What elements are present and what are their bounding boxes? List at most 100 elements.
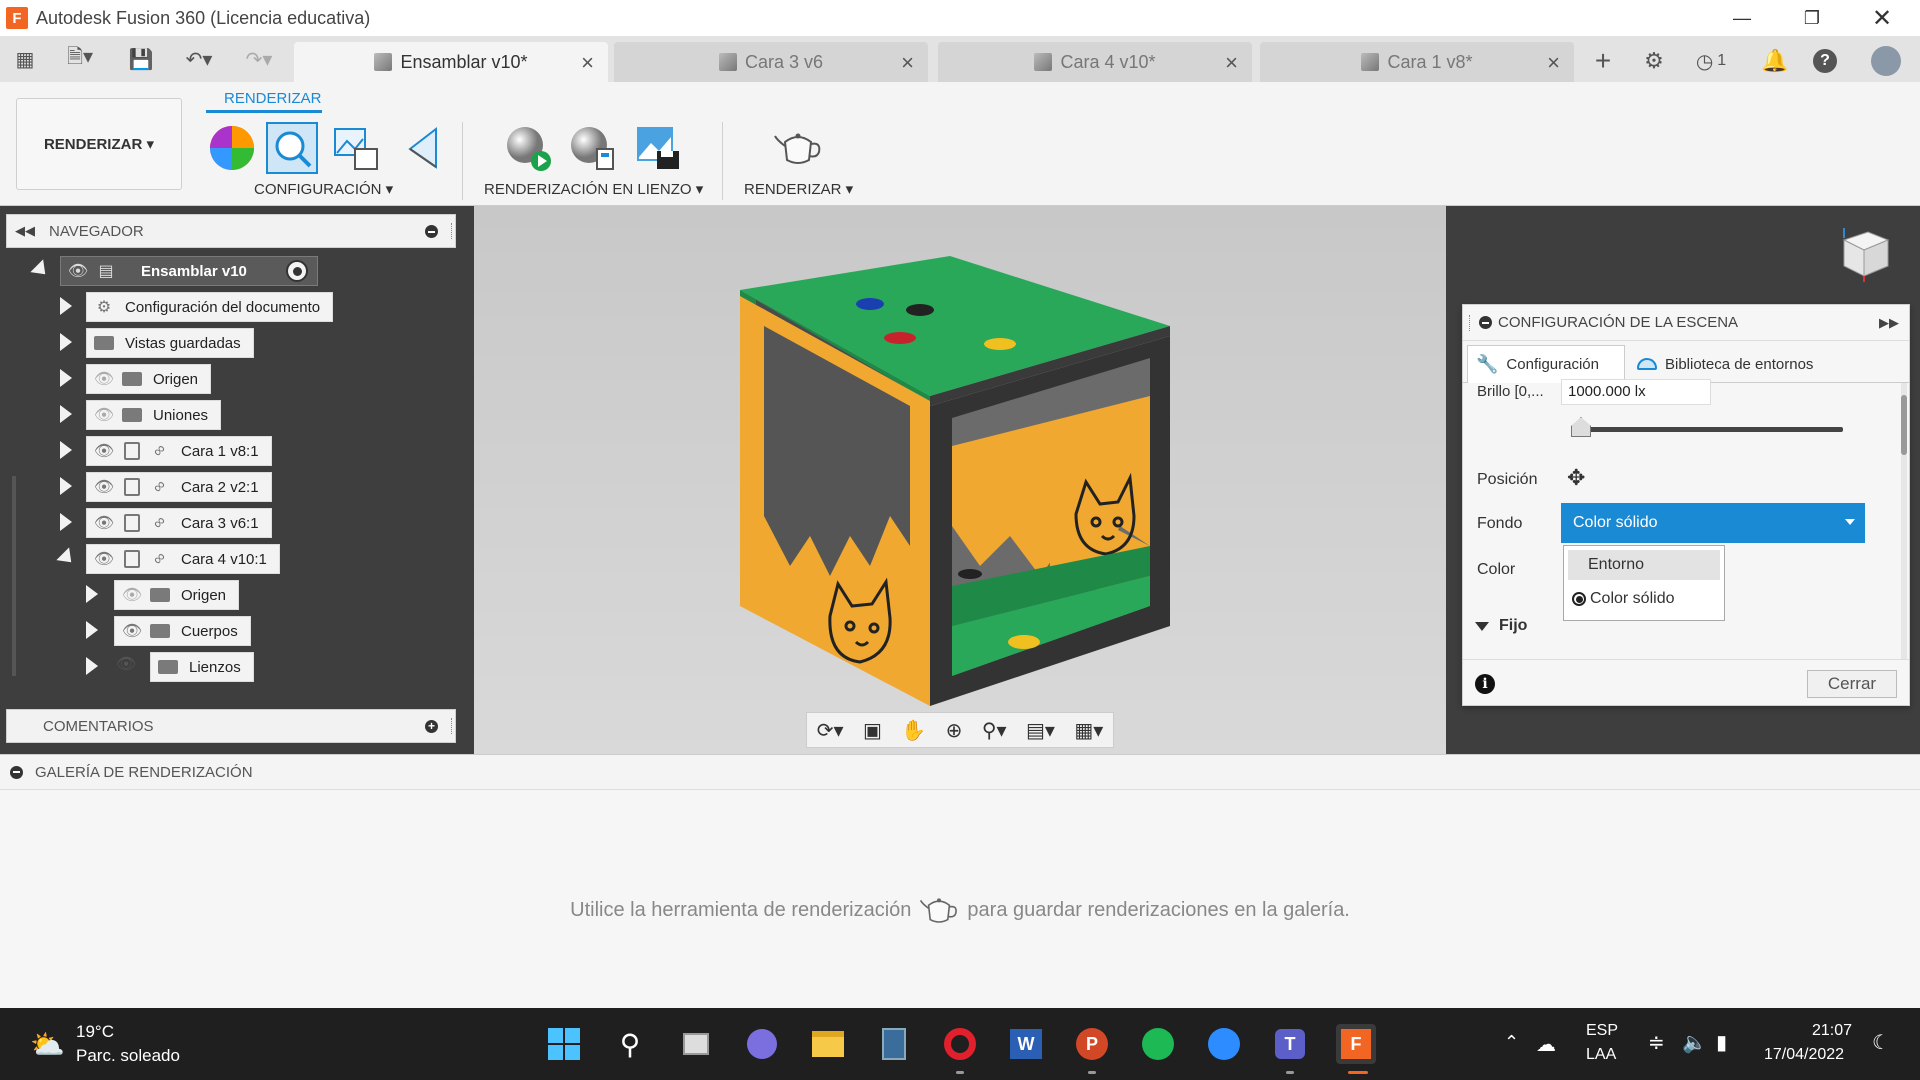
tree-item-cara-2[interactable]: 👁 ∞ Cara 2 v2:1 <box>86 472 272 502</box>
expand-arrow-icon[interactable] <box>60 441 72 459</box>
chat-icon[interactable] <box>742 1024 782 1064</box>
onedrive-cloud-icon[interactable]: ☁ <box>1536 1032 1556 1057</box>
restore-button[interactable]: ❐ <box>1782 0 1842 36</box>
expand-arrow-icon[interactable] <box>60 477 72 495</box>
eye-icon[interactable]: 👁 <box>93 512 115 534</box>
expand-arrow-icon[interactable] <box>60 333 72 351</box>
file-explorer-icon[interactable] <box>808 1024 848 1064</box>
language-top[interactable]: ESP <box>1586 1022 1618 1040</box>
group-configuracion[interactable]: CONFIGURACIÓN ▾ <box>254 180 393 198</box>
fit-window-icon[interactable]: ⚲▾ <box>982 718 1007 743</box>
expand-arrow-icon[interactable] <box>60 405 72 423</box>
tree-item-vistas-guardadas[interactable]: Vistas guardadas <box>86 328 254 358</box>
eye-icon[interactable]: 👁 <box>93 548 115 570</box>
decal-icon[interactable] <box>398 122 450 174</box>
brightness-slider[interactable] <box>1573 427 1843 432</box>
workspace-switcher[interactable]: RENDERIZAR ▾ <box>16 98 182 190</box>
tree-item-cara-4-origen[interactable]: 👁 Origen <box>114 580 240 610</box>
eye-icon[interactable]: 👁 <box>93 476 115 498</box>
task-view-icon[interactable] <box>676 1024 716 1064</box>
tree-item-cara-1[interactable]: 👁 ∞ Cara 1 v8:1 <box>86 436 272 466</box>
tree-item-origen[interactable]: 👁 Origen <box>86 364 212 394</box>
tab-cara-4[interactable]: Cara 4 v10* × <box>938 42 1252 82</box>
info-icon[interactable]: i <box>1475 674 1495 694</box>
eye-hidden-icon[interactable]: 👁 <box>121 584 143 606</box>
fixed-section-toggle[interactable]: Fijo <box>1475 617 1527 635</box>
tree-item-uniones[interactable]: 👁 Uniones <box>86 400 222 430</box>
search-icon[interactable]: ⚲ <box>610 1024 650 1064</box>
zoom-icon[interactable]: ⊕ <box>946 718 963 743</box>
look-at-icon[interactable]: ▣ <box>863 718 882 743</box>
show-hidden-icons-chevron-icon[interactable]: ⌃ <box>1504 1032 1519 1053</box>
texture-map-icon[interactable] <box>330 122 382 174</box>
language-bottom[interactable]: LAA <box>1586 1046 1616 1064</box>
fusion-360-taskbar-icon[interactable]: F <box>1336 1024 1376 1064</box>
tree-item-config-documento[interactable]: ⚙ Configuración del documento <box>86 292 334 322</box>
brightness-slider-thumb[interactable] <box>1571 417 1591 437</box>
eye-icon[interactable]: 👁 <box>67 260 89 282</box>
tree-root-ensamblar[interactable]: 👁 ▤ Ensamblar v10 <box>60 256 318 286</box>
comments-panel-header[interactable]: COMENTARIOS + <box>6 709 456 743</box>
capture-image-icon[interactable] <box>632 122 684 174</box>
appearance-color-wheel-icon[interactable] <box>206 122 258 174</box>
pan-hand-icon[interactable]: ✋ <box>901 718 926 743</box>
user-avatar[interactable] <box>1868 46 1904 76</box>
powerpoint-icon[interactable]: P <box>1072 1024 1112 1064</box>
eye-hidden-icon[interactable]: 👁 <box>116 654 136 674</box>
expand-arrow-icon[interactable] <box>60 513 72 531</box>
tree-item-cara-3[interactable]: 👁 ∞ Cara 3 v6:1 <box>86 508 272 538</box>
minimize-button[interactable]: — <box>1712 0 1772 36</box>
extensions-icon[interactable]: ⚙ <box>1638 46 1670 76</box>
clock-time[interactable]: 21:07 <box>1812 1022 1852 1040</box>
panel-grip-icon[interactable] <box>451 223 453 239</box>
windows-start-icon[interactable] <box>544 1024 584 1064</box>
close-tab-icon[interactable]: × <box>901 50 914 76</box>
focus-moon-icon[interactable]: ☾ <box>1872 1030 1890 1055</box>
tab-cara-1[interactable]: Cara 1 v8* × <box>1260 42 1574 82</box>
weather-desc[interactable]: Parc. soleado <box>76 1046 180 1066</box>
weather-sun-cloud-icon[interactable]: ⛅ <box>30 1028 65 1061</box>
eye-hidden-icon[interactable]: 👁 <box>93 404 115 426</box>
tree-item-cara-4[interactable]: 👁 ∞ Cara 4 v10:1 <box>86 544 280 574</box>
group-renderizacion-en-lienzo[interactable]: RENDERIZACIÓN EN LIENZO ▾ <box>484 180 703 198</box>
scene-panel-scrollbar[interactable] <box>1901 383 1907 659</box>
file-menu-icon[interactable]: 🗎▾ <box>60 46 100 72</box>
calculator-icon[interactable] <box>874 1024 914 1064</box>
expand-arrow-icon[interactable] <box>86 585 98 603</box>
opera-icon[interactable] <box>940 1024 980 1064</box>
tab-cara-3[interactable]: Cara 3 v6 × <box>614 42 928 82</box>
minimize-panel-icon[interactable] <box>425 225 438 238</box>
option-color-solido[interactable]: Color sólido <box>1568 584 1720 614</box>
orbit-icon[interactable]: ⟳▾ <box>817 718 844 743</box>
collapse-arrows-icon[interactable]: ◀◀ <box>15 223 35 239</box>
panel-grip-icon[interactable] <box>451 718 453 734</box>
undo-icon[interactable]: ↶▾ <box>176 46 222 72</box>
in-canvas-render-settings-icon[interactable] <box>566 122 618 174</box>
minimize-panel-icon[interactable] <box>1479 316 1492 329</box>
weather-temp[interactable]: 19°C <box>76 1022 114 1042</box>
brightness-input[interactable]: 1000.000 lx <box>1561 379 1711 405</box>
job-status-icon[interactable]: ◷ 1 <box>1688 46 1734 76</box>
help-icon[interactable]: ? <box>1810 46 1840 76</box>
display-settings-icon[interactable]: ▤▾ <box>1026 718 1055 743</box>
ribbon-tab-renderizar[interactable]: RENDERIZAR <box>224 90 322 107</box>
group-renderizar[interactable]: RENDERIZAR ▾ <box>744 180 853 198</box>
render-gallery-header[interactable]: GALERÍA DE RENDERIZACIÓN <box>0 754 1920 790</box>
eye-icon[interactable]: 👁 <box>121 620 143 642</box>
move-arrows-icon[interactable]: ✥ <box>1567 465 1585 491</box>
spotify-icon[interactable] <box>1138 1024 1178 1064</box>
render-model-box[interactable] <box>720 246 1200 716</box>
tab-biblioteca-entornos[interactable]: Biblioteca de entornos <box>1629 345 1839 383</box>
eye-icon[interactable]: 👁 <box>93 440 115 462</box>
save-icon[interactable]: 💾 <box>128 46 154 72</box>
volume-icon[interactable]: 🔈 <box>1682 1030 1707 1055</box>
teams-icon[interactable]: T <box>1270 1024 1310 1064</box>
tab-configuracion[interactable]: 🔧 Configuración <box>1467 345 1625 383</box>
close-tab-icon[interactable]: × <box>581 50 594 76</box>
tab-ensamblar[interactable]: Ensamblar v10* × <box>294 42 608 82</box>
render-teapot-icon[interactable] <box>772 122 824 174</box>
expand-panel-arrows-icon[interactable]: ▶▶ <box>1879 315 1899 331</box>
close-button[interactable]: Cerrar <box>1807 670 1897 698</box>
tree-item-cuerpos[interactable]: 👁 Cuerpos <box>114 616 251 646</box>
expand-arrow-icon[interactable] <box>86 657 98 675</box>
